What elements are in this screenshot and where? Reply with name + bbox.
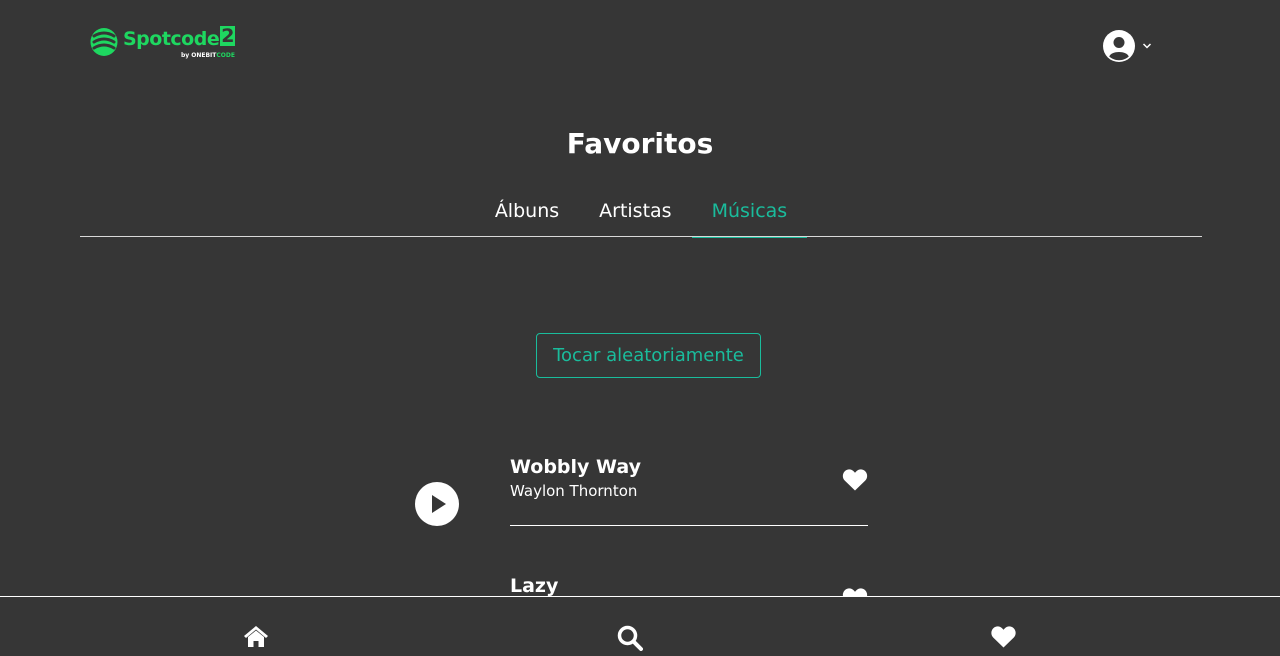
tab-albums[interactable]: Álbuns — [475, 188, 579, 237]
nav-search[interactable] — [617, 625, 643, 651]
nav-favorites[interactable] — [990, 625, 1017, 649]
song-title: Wobbly Way — [510, 456, 641, 478]
nav-home[interactable] — [243, 625, 269, 647]
favorites-tabs: Álbuns Artistas Músicas — [80, 188, 1202, 238]
logo-number: 2 — [220, 25, 235, 47]
song-title: Lazy — [510, 575, 559, 597]
shuffle-play-button[interactable]: Tocar aleatoriamente — [536, 333, 761, 378]
song-list-item[interactable]: Wobbly Way Waylon Thornton — [510, 455, 868, 526]
bottom-navigation — [0, 596, 1280, 656]
spotcode-logo[interactable]: Spotcode 2 by ONEBITCODE — [90, 24, 235, 60]
search-icon — [617, 625, 643, 651]
logo-wordmark: Spotcode 2 by ONEBITCODE — [123, 25, 235, 59]
logo-byline: by ONEBITCODE — [180, 52, 235, 59]
heart-icon[interactable] — [842, 468, 868, 492]
home-icon — [244, 626, 268, 647]
spotcode-logo-icon — [90, 28, 118, 56]
chevron-down-icon — [1142, 43, 1152, 49]
user-avatar-icon — [1103, 30, 1135, 62]
play-button[interactable] — [415, 482, 459, 526]
song-artist: Waylon Thornton — [510, 482, 638, 500]
heart-icon — [991, 626, 1016, 648]
play-icon — [415, 482, 459, 526]
tab-songs[interactable]: Músicas — [691, 188, 808, 238]
page-title: Favoritos — [566, 127, 714, 160]
tab-artists[interactable]: Artistas — [579, 188, 691, 237]
user-menu-dropdown[interactable] — [1103, 30, 1152, 62]
